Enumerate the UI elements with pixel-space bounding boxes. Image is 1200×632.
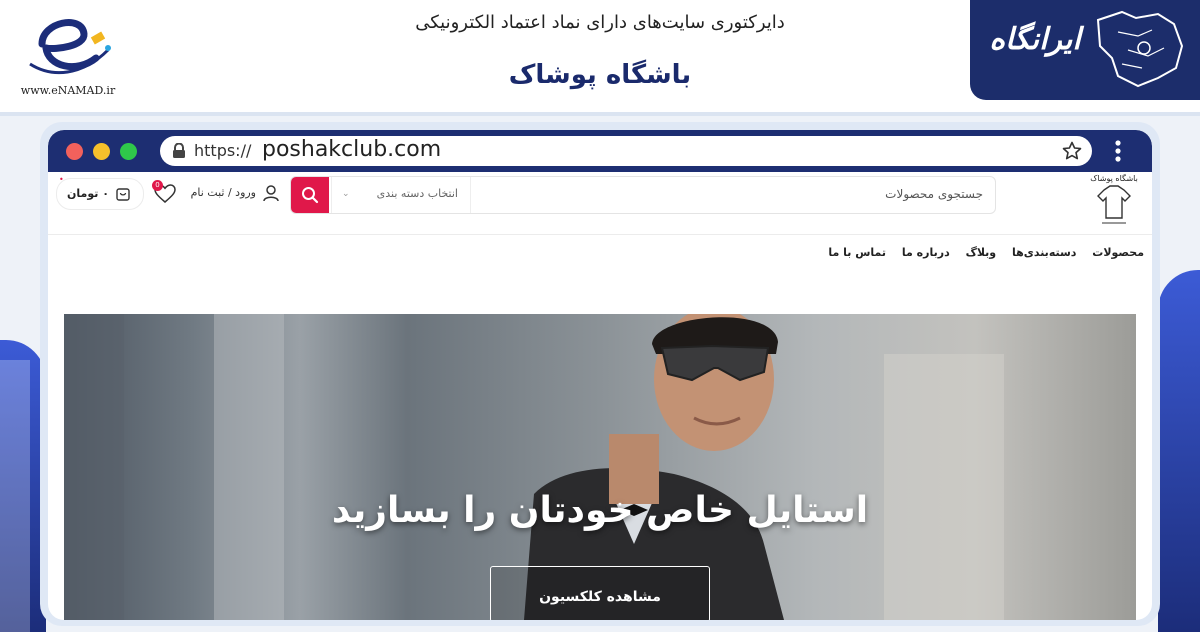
directory-banner: www.eNAMAD.ir دایرکتوری سایت‌های دارای ن… [0,0,1200,112]
product-search: جستجوی محصولات انتخاب دسته بندی ⌄ [290,176,996,214]
iran-map-icon [1096,10,1184,88]
wishlist-count-badge: 0 [152,180,163,191]
shirt-icon [1097,185,1131,224]
url-host: poshakclub.com [262,137,442,162]
search-button[interactable] [291,177,329,213]
enamad-logo[interactable]: www.eNAMAD.ir [8,4,120,100]
login-register-link[interactable]: ورود / ثبت نام [188,184,280,204]
site-logo[interactable]: باشگاه پوشاک [1084,174,1144,228]
chevron-down-icon: ⌄ [342,189,350,199]
decorative-ribbon-left-stripe [0,360,30,632]
directory-title: دایرکتوری سایت‌های دارای نماد اعتماد الک… [415,12,785,33]
decorative-ribbon-right [1158,270,1200,632]
irangah-logo[interactable]: ایرانگاه [970,0,1200,100]
nav-item-products[interactable]: محصولات [1092,246,1144,259]
lock-icon [173,143,185,158]
window-maximize-dot[interactable] [120,143,137,160]
banner-divider [0,112,1200,116]
cart-indicator-dot: • [59,175,64,184]
bookmark-star-icon[interactable] [1062,141,1082,161]
cart-total: ۰ تومان [67,187,109,200]
hero-title: استایل خاص خودتان را بسازید [331,490,869,531]
browser-window: https:// poshakclub.com باشگاه پوشاک جست… [48,130,1152,620]
user-icon [263,185,279,202]
nav-item-about[interactable]: درباره ما [902,246,950,259]
shopping-bag-icon [116,188,130,201]
category-select-label: انتخاب دسته بندی [376,187,458,200]
login-register-label: ورود / ثبت نام [190,186,256,199]
view-collection-button[interactable]: مشاهده کلکسیون [490,566,710,620]
enamad-e-icon [29,19,111,75]
search-icon [302,187,319,204]
site-header: باشگاه پوشاک جستجوی محصولات انتخاب دسته … [48,172,1152,235]
cart-button[interactable]: • ۰ تومان [56,175,144,210]
irangah-logo-text: ایرانگاه [989,22,1081,57]
wishlist-button[interactable]: 0 [152,180,176,206]
nav-item-blog[interactable]: وبلاگ [966,246,997,259]
category-select[interactable]: انتخاب دسته بندی ⌄ [331,177,471,213]
url-protocol: https:// [194,141,252,160]
browser-menu-icon[interactable] [1114,140,1122,164]
window-close-dot[interactable] [66,143,83,160]
page-title: باشگاه پوشاک [508,60,692,90]
window-minimize-dot[interactable] [93,143,110,160]
nav-item-categories[interactable]: دسته‌بندی‌ها [1012,246,1076,259]
enamad-url: www.eNAMAD.ir [20,84,116,97]
hero-banner: استایل خاص خودتان را بسازید مشاهده کلکسی… [64,314,1136,620]
search-input[interactable]: جستجوی محصولات [885,187,983,201]
main-nav: محصولات دسته‌بندی‌ها وبلاگ درباره ما تما… [816,246,1144,266]
browser-toolbar: https:// poshakclub.com [48,130,1152,172]
view-collection-label: مشاهده کلکسیون [539,589,661,605]
nav-item-contact[interactable]: تماس با ما [828,246,886,259]
address-bar[interactable]: https:// poshakclub.com [160,136,1092,166]
browser-frame: https:// poshakclub.com باشگاه پوشاک جست… [40,122,1160,626]
